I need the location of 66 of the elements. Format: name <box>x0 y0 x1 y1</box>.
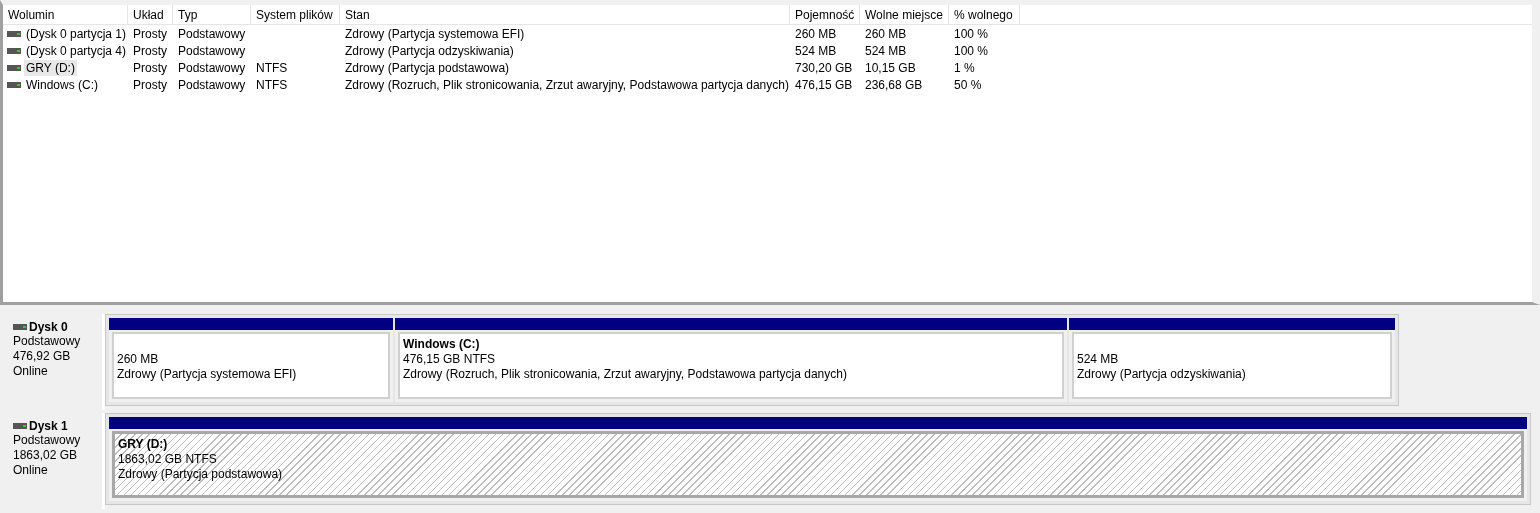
partition-label: GRY (D:) <box>118 437 168 452</box>
drive-icon <box>7 47 21 54</box>
table-cell: 100 % <box>954 43 989 58</box>
drive-icon <box>13 423 27 429</box>
column-header[interactable]: % wolnego <box>949 5 1020 24</box>
column-header[interactable]: Pojemność <box>790 5 860 24</box>
drive-icon <box>13 324 27 330</box>
table-cell: 524 MB <box>795 43 837 58</box>
table-cell: 236,68 GB <box>865 77 923 92</box>
table-cell: 10,15 GB <box>865 60 916 75</box>
table-cell: Zdrowy (Partycja podstawowa) <box>345 60 510 75</box>
table-cell: 260 MB <box>795 26 837 41</box>
disk-status: Online <box>13 463 49 478</box>
table-cell: Zdrowy (Partycja odzyskiwania) <box>345 43 514 58</box>
table-cell: Prosty <box>133 77 167 92</box>
table-cell: 50 % <box>954 77 982 92</box>
partition-block[interactable]: 524 MB Zdrowy (Partycja odzyskiwania) <box>1069 318 1395 402</box>
column-header[interactable]: Układ <box>128 5 173 24</box>
partition-detail: 260 MB <box>117 352 159 367</box>
table-cell: Prosty <box>133 26 167 41</box>
table-cell: Zdrowy (Partycja systemowa EFI) <box>345 26 525 41</box>
drive-icon <box>7 81 21 88</box>
disk-size: 1863,02 GB <box>13 448 79 463</box>
column-header[interactable]: Wolne miejsce <box>860 5 949 24</box>
drive-icon <box>7 64 21 71</box>
partition-detail: 476,15 GB NTFS <box>403 352 496 367</box>
partition-detail: Zdrowy (Partycja podstawowa) <box>118 467 283 482</box>
partition-block[interactable]: 260 MB Zdrowy (Partycja systemowa EFI) <box>109 318 393 402</box>
table-cell: 730,20 GB <box>795 60 853 75</box>
disk-status: Online <box>13 364 49 379</box>
table-cell: Prosty <box>133 60 167 75</box>
volume-name[interactable]: (Dysk 0 partycja 4) <box>23 42 128 59</box>
drive-icon <box>7 30 21 37</box>
disk-name: Dysk 1 <box>29 419 68 433</box>
partition-detail: Zdrowy (Rozruch, Plik stronicowania, Zrzut awaryjny, Podstawowa partycja danych) <box>403 367 847 382</box>
table-cell: Podstawowy <box>178 77 246 92</box>
table-cell: 476,15 GB <box>795 77 853 92</box>
table-cell: 1 % <box>954 60 975 75</box>
table-cell: Podstawowy <box>178 43 246 58</box>
partition-detail: Zdrowy (Partycja odzyskiwania) <box>1077 367 1246 382</box>
partition-detail: 1863,02 GB NTFS <box>118 452 217 467</box>
table-cell: Podstawowy <box>178 26 246 41</box>
column-header[interactable]: Typ <box>173 5 251 24</box>
partition-block[interactable]: GRY (D:) 1863,02 GB NTFS Zdrowy (Partycja podstawowa) <box>109 417 1527 501</box>
table-cell: 260 MB <box>865 26 907 41</box>
disk-size: 476,92 GB <box>13 349 72 364</box>
disk-type: Podstawowy <box>13 334 82 349</box>
table-cell: Prosty <box>133 43 167 58</box>
partition-label: Windows (C:) <box>403 337 480 352</box>
disk-type: Podstawowy <box>13 433 82 448</box>
column-header[interactable]: Wolumin <box>3 5 128 24</box>
table-cell: 524 MB <box>865 43 907 58</box>
partition-detail: 524 MB <box>1077 352 1119 367</box>
volume-name[interactable]: Windows (C:) <box>24 76 100 93</box>
disk-name: Dysk 0 <box>29 320 68 334</box>
volume-name[interactable]: (Dysk 0 partycja 1) <box>23 25 128 42</box>
table-cell: NTFS <box>256 60 288 75</box>
partition-block[interactable]: Windows (C:) 476,15 GB NTFS Zdrowy (Rozruch, Plik stronicowania, Zrzut awaryjny, Podstawowa partycja danych) <box>395 318 1067 402</box>
partition-detail: Zdrowy (Partycja systemowa EFI) <box>117 367 297 382</box>
table-cell: Podstawowy <box>178 60 246 75</box>
column-header[interactable]: System plików <box>251 5 340 24</box>
column-header[interactable]: Stan <box>340 5 790 24</box>
volume-name[interactable]: GRY (D:) <box>24 59 77 76</box>
table-cell: Zdrowy (Rozruch, Plik stronicowania, Zrzut awaryjny, Podstawowa partycja danych) <box>345 77 789 92</box>
table-cell: NTFS <box>256 77 288 92</box>
table-cell: 100 % <box>954 26 989 41</box>
